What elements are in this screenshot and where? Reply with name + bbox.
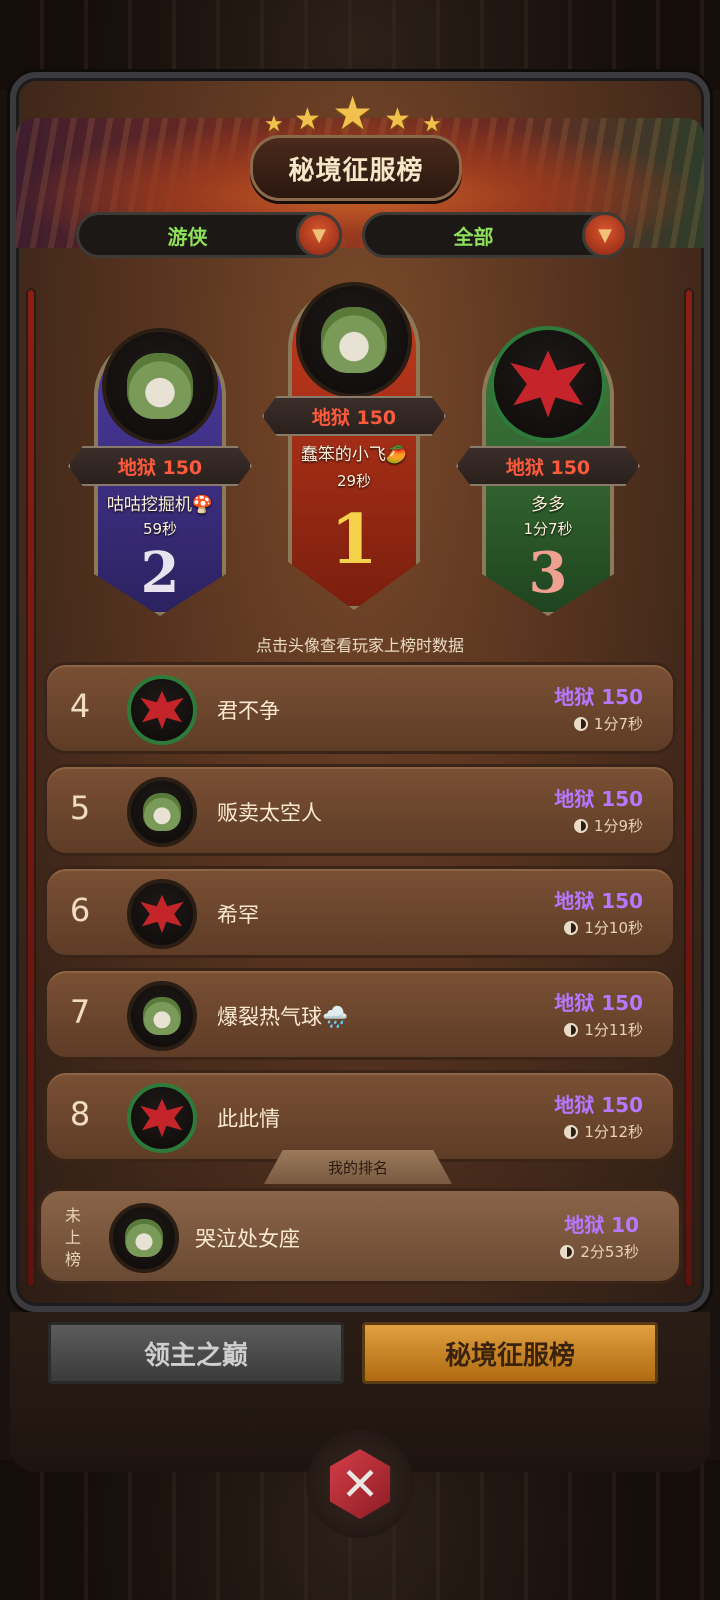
clock-icon <box>564 1022 579 1037</box>
dragon-icon[interactable] <box>490 326 606 442</box>
time-value: 1分12秒 <box>584 1123 643 1141</box>
rank-number: 4 <box>69 687 91 725</box>
player-name: 贩卖太空人 <box>217 801 322 825</box>
class-filter-label: 游侠 <box>167 224 208 249</box>
chevron-down-icon[interactable]: ▼ <box>296 212 342 258</box>
dragon-icon[interactable] <box>127 675 197 745</box>
player-level: 地狱 150 <box>554 991 643 1015</box>
class-filter-dropdown[interactable]: 游侠 ▼ <box>76 212 342 258</box>
player-name: 此此情 <box>217 1107 280 1131</box>
player-time: 1分12秒 <box>564 1121 643 1142</box>
list-item[interactable]: 6 希罕 地狱 150 1分10秒 <box>44 866 676 958</box>
rank-number: 8 <box>69 1095 91 1133</box>
tab-secret-realm[interactable]: 秘境征服榜 <box>362 1322 658 1384</box>
unranked-status: 未上榜 <box>64 1206 81 1269</box>
podium-1-time: 29秒 <box>336 472 372 490</box>
player-level: 地狱 150 <box>554 787 643 811</box>
my-name: 哭泣处女座 <box>195 1227 300 1251</box>
podium-3-rank: 3 <box>528 540 568 606</box>
fox-icon[interactable] <box>109 1203 179 1273</box>
star-icon: ★ <box>264 112 284 137</box>
clock-icon <box>573 716 588 731</box>
star-icon: ★ <box>384 102 411 137</box>
chevron-down-icon[interactable]: ▼ <box>582 212 628 258</box>
scope-filter-dropdown[interactable]: 全部 ▼ <box>362 212 628 258</box>
podium-2-rank: 2 <box>140 540 180 606</box>
player-level: 地狱 150 <box>554 1093 643 1117</box>
my-rank-row[interactable]: 未上榜 哭泣处女座 地狱 10 2分53秒 <box>38 1188 682 1284</box>
tab-lord-peak-label: 领主之巅 <box>143 1340 248 1371</box>
title-stars: ★ ★ ★ ★ ★ <box>260 86 450 142</box>
hint-text: 点击头像查看玩家上榜时数据 <box>255 636 464 655</box>
clock-icon <box>564 1124 579 1139</box>
page-title-plate: 秘境征服榜 <box>250 135 462 201</box>
player-name: 希罕 <box>217 903 259 927</box>
podium-3-time: 1分7秒 <box>523 520 573 538</box>
time-value: 1分10秒 <box>584 919 643 937</box>
fox-icon[interactable] <box>296 282 412 398</box>
player-time: 1分10秒 <box>564 917 643 938</box>
tab-lord-peak[interactable]: 领主之巅 <box>48 1322 344 1384</box>
close-icon: ✕ <box>329 1449 391 1519</box>
rank-number: 5 <box>69 789 91 827</box>
player-level: 地狱 150 <box>554 889 643 913</box>
close-button[interactable]: ✕ <box>306 1430 414 1538</box>
list-item[interactable]: 8 此此情 地狱 150 1分12秒 <box>44 1070 676 1162</box>
clock-icon <box>560 1244 575 1259</box>
podium-3-name: 多多 <box>531 495 565 515</box>
fox-icon[interactable] <box>127 777 197 847</box>
player-time: 1分11秒 <box>564 1019 643 1040</box>
rank-number: 7 <box>69 993 91 1031</box>
scope-filter-label: 全部 <box>453 224 494 249</box>
player-name: 爆裂热气球🌧️ <box>217 1005 349 1029</box>
player-time: 1分9秒 <box>573 815 643 836</box>
fox-icon[interactable] <box>127 981 197 1051</box>
page-title: 秘境征服榜 <box>288 155 424 186</box>
clock-icon <box>564 920 579 935</box>
time-value: 2分53秒 <box>580 1243 639 1261</box>
podium-2-name: 咕咕挖掘机🍄 <box>106 495 214 515</box>
left-frame-bar <box>26 288 36 1288</box>
star-icon: ★ <box>332 86 374 140</box>
podium-1-level: 地狱 150 <box>262 396 446 436</box>
time-value: 1分7秒 <box>593 715 643 733</box>
podium-2-time: 59秒 <box>142 520 178 538</box>
dragon-icon[interactable] <box>127 879 197 949</box>
star-icon: ★ <box>422 112 442 137</box>
podium-3-level: 地狱 150 <box>456 446 640 486</box>
my-rank-tab: 我的排名 <box>264 1150 452 1184</box>
star-icon: ★ <box>294 102 321 137</box>
list-item[interactable]: 5 贩卖太空人 地狱 150 1分9秒 <box>44 764 676 856</box>
my-time: 2分53秒 <box>560 1241 639 1262</box>
time-value: 1分9秒 <box>593 817 643 835</box>
player-name: 君不争 <box>217 699 280 723</box>
dragon-icon[interactable] <box>127 1083 197 1153</box>
time-value: 1分11秒 <box>584 1021 643 1039</box>
list-item[interactable]: 7 爆裂热气球🌧️ 地狱 150 1分11秒 <box>44 968 676 1060</box>
my-rank-tab-label: 我的排名 <box>327 1158 388 1177</box>
fox-icon[interactable] <box>102 328 218 444</box>
podium-2-level: 地狱 150 <box>68 446 252 486</box>
tab-secret-realm-label: 秘境征服榜 <box>444 1340 575 1371</box>
podium-1-name: 蠢笨的小飞🥭 <box>300 445 408 465</box>
right-frame-bar <box>684 288 694 1288</box>
rank-number: 6 <box>69 891 91 929</box>
player-level: 地狱 150 <box>554 685 643 709</box>
podium-1-rank: 1 <box>330 500 378 580</box>
my-level: 地狱 10 <box>564 1213 639 1237</box>
player-time: 1分7秒 <box>573 713 643 734</box>
clock-icon <box>573 818 588 833</box>
list-item[interactable]: 4 君不争 地狱 150 1分7秒 <box>44 662 676 754</box>
